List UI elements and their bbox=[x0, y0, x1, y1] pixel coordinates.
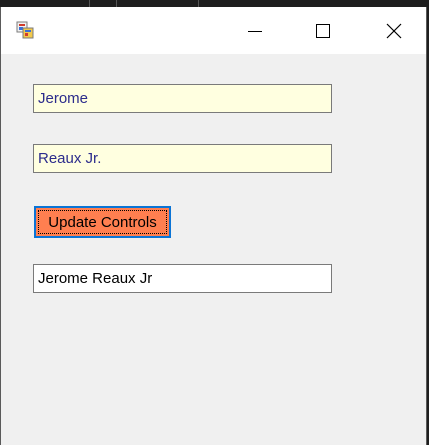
background-tick bbox=[198, 0, 199, 7]
app-window: Jerome Reaux Jr. Update Controls Jerome … bbox=[0, 7, 427, 445]
update-controls-button[interactable]: Update Controls bbox=[34, 206, 171, 238]
winforms-app-icon[interactable] bbox=[16, 21, 34, 39]
background-tick bbox=[89, 0, 90, 7]
last-name-input[interactable]: Reaux Jr. bbox=[33, 144, 332, 173]
maximize-icon bbox=[316, 23, 330, 38]
maximize-button[interactable] bbox=[300, 7, 346, 54]
first-name-input[interactable]: Jerome bbox=[33, 84, 332, 113]
background-tick bbox=[116, 0, 117, 7]
full-name-input[interactable]: Jerome Reaux Jr bbox=[33, 264, 332, 293]
background-strip bbox=[0, 0, 429, 7]
minimize-button[interactable] bbox=[232, 7, 278, 54]
minimize-icon bbox=[248, 30, 262, 32]
update-controls-label: Update Controls bbox=[48, 213, 157, 231]
title-bar[interactable] bbox=[1, 7, 426, 54]
close-button[interactable] bbox=[371, 7, 417, 54]
close-icon bbox=[386, 23, 402, 38]
